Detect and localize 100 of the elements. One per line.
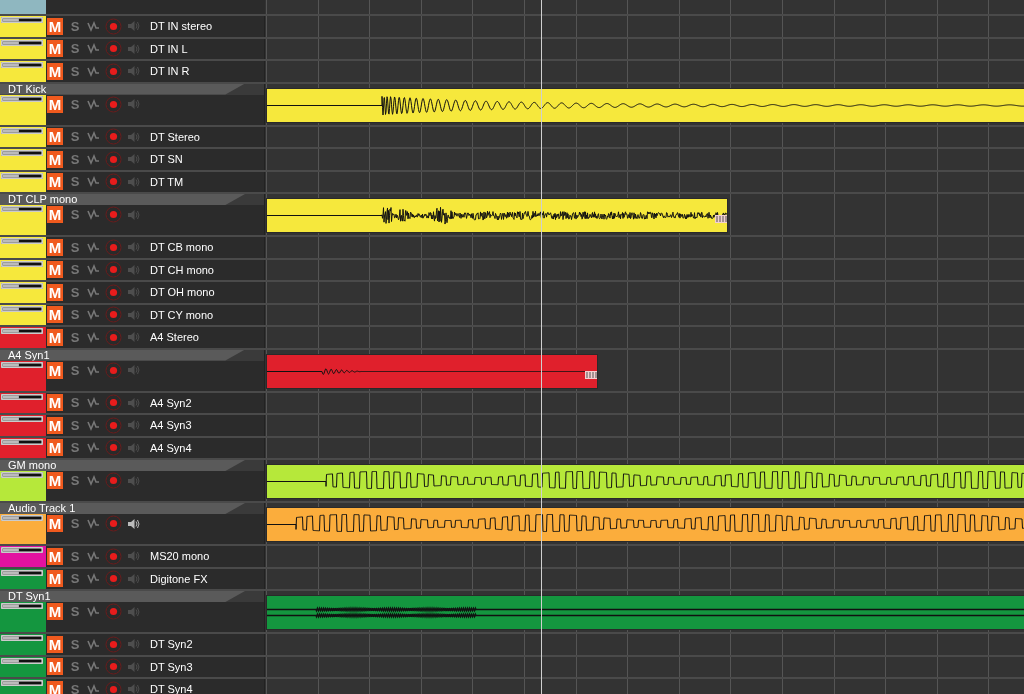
mute-button[interactable]: M — [47, 416, 63, 434]
mute-button[interactable]: M — [47, 603, 63, 620]
automation-icon[interactable] — [87, 397, 100, 409]
trim-handle-icon[interactable] — [715, 215, 727, 223]
automation-icon[interactable] — [87, 176, 100, 188]
record-button[interactable] — [105, 328, 122, 346]
record-button[interactable] — [105, 150, 122, 168]
gain-slider[interactable] — [1, 127, 43, 134]
mute-button[interactable]: M — [47, 17, 63, 35]
record-button[interactable] — [105, 472, 122, 489]
solo-button[interactable]: S — [68, 547, 82, 565]
gain-slider[interactable] — [1, 283, 43, 289]
gain-slider[interactable] — [1, 515, 43, 521]
mute-button[interactable]: M — [47, 95, 63, 113]
gain-slider[interactable] — [1, 39, 43, 46]
gain-slider[interactable] — [1, 472, 43, 478]
record-button[interactable] — [105, 283, 122, 301]
gain-slider[interactable] — [1, 416, 43, 422]
solo-button[interactable]: S — [68, 603, 82, 620]
solo-button[interactable]: S — [68, 658, 82, 676]
solo-button[interactable]: S — [68, 570, 82, 588]
record-button[interactable] — [105, 95, 122, 113]
automation-icon[interactable] — [87, 419, 100, 431]
mute-button[interactable]: M — [47, 238, 63, 256]
record-button[interactable] — [105, 515, 122, 532]
mute-button[interactable]: M — [47, 515, 63, 532]
mute-button[interactable]: M — [47, 635, 63, 653]
record-button[interactable] — [105, 680, 122, 694]
gain-slider[interactable] — [1, 17, 43, 23]
gain-slider[interactable] — [1, 393, 43, 400]
record-button[interactable] — [105, 261, 122, 279]
automation-icon[interactable] — [87, 638, 100, 650]
automation-icon[interactable] — [87, 364, 100, 376]
mute-button[interactable]: M — [47, 680, 63, 694]
solo-button[interactable]: S — [68, 635, 82, 653]
mute-button[interactable]: M — [47, 150, 63, 168]
record-button[interactable] — [105, 635, 122, 653]
automation-icon[interactable] — [87, 43, 100, 55]
solo-button[interactable]: S — [68, 439, 82, 457]
mute-button[interactable]: M — [47, 62, 63, 80]
automation-icon[interactable] — [87, 606, 100, 617]
solo-button[interactable]: S — [68, 40, 82, 58]
automation-icon[interactable] — [87, 153, 100, 165]
trim-handle-icon[interactable] — [585, 370, 597, 379]
solo-button[interactable]: S — [68, 95, 82, 113]
gain-slider[interactable] — [1, 260, 43, 267]
record-button[interactable] — [105, 206, 122, 223]
automation-icon[interactable] — [87, 442, 100, 454]
solo-button[interactable]: S — [68, 416, 82, 434]
gain-slider[interactable] — [1, 238, 43, 244]
mute-button[interactable]: M — [47, 658, 63, 676]
automation-icon[interactable] — [87, 550, 100, 562]
record-button[interactable] — [105, 394, 122, 412]
record-button[interactable] — [105, 173, 122, 191]
automation-icon[interactable] — [87, 683, 100, 694]
automation-icon[interactable] — [87, 131, 100, 143]
gain-slider[interactable] — [1, 62, 43, 68]
record-button[interactable] — [105, 306, 122, 324]
gain-slider[interactable] — [1, 569, 43, 576]
record-button[interactable] — [105, 547, 122, 565]
gain-slider[interactable] — [1, 172, 43, 179]
automation-icon[interactable] — [87, 331, 100, 343]
solo-button[interactable]: S — [68, 150, 82, 168]
gain-slider[interactable] — [1, 361, 43, 368]
solo-button[interactable]: S — [68, 238, 82, 256]
gain-slider[interactable] — [1, 657, 43, 664]
mute-button[interactable]: M — [47, 547, 63, 565]
mute-button[interactable]: M — [47, 283, 63, 301]
record-button[interactable] — [105, 17, 122, 35]
gain-slider[interactable] — [1, 635, 43, 641]
automation-icon[interactable] — [87, 241, 100, 253]
mute-button[interactable]: M — [47, 173, 63, 191]
mute-button[interactable]: M — [47, 394, 63, 412]
mute-button[interactable]: M — [47, 361, 63, 379]
record-button[interactable] — [105, 238, 122, 256]
record-button[interactable] — [105, 128, 122, 146]
automation-icon[interactable] — [87, 264, 100, 276]
solo-button[interactable]: S — [68, 128, 82, 146]
automation-icon[interactable] — [87, 518, 100, 529]
record-button[interactable] — [105, 361, 122, 379]
record-button[interactable] — [105, 439, 122, 457]
automation-icon[interactable] — [87, 98, 100, 110]
gain-slider[interactable] — [1, 603, 43, 609]
mute-button[interactable]: M — [47, 328, 63, 346]
gain-slider[interactable] — [1, 95, 43, 102]
solo-button[interactable]: S — [68, 361, 82, 379]
mute-button[interactable]: M — [47, 206, 63, 223]
record-button[interactable] — [105, 62, 122, 80]
gain-slider[interactable] — [1, 547, 43, 553]
solo-button[interactable]: S — [68, 17, 82, 35]
solo-button[interactable]: S — [68, 515, 82, 532]
solo-button[interactable]: S — [68, 328, 82, 346]
solo-button[interactable]: S — [68, 261, 82, 279]
gain-slider[interactable] — [1, 680, 43, 686]
automation-icon[interactable] — [87, 209, 100, 220]
gain-slider[interactable] — [1, 206, 43, 212]
mute-button[interactable]: M — [47, 439, 63, 457]
record-button[interactable] — [105, 658, 122, 676]
mute-button[interactable]: M — [47, 40, 63, 58]
automation-icon[interactable] — [87, 309, 100, 321]
